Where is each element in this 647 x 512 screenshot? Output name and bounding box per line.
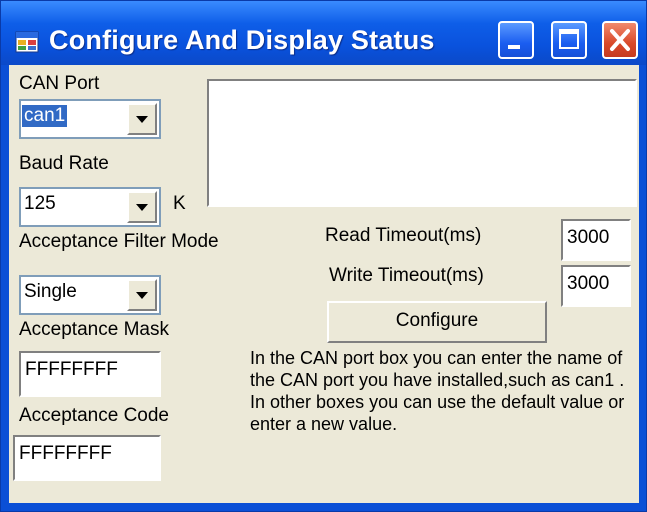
read-timeout-value[interactable]: 3000: [567, 227, 609, 249]
filter-mode-value[interactable]: Single: [24, 281, 77, 303]
write-timeout-input[interactable]: 3000: [561, 265, 631, 307]
help-text: In the CAN port box you can enter the na…: [250, 348, 625, 434]
write-timeout-label: Write Timeout(ms): [329, 265, 484, 286]
read-timeout-input[interactable]: 3000: [561, 219, 631, 261]
client-area: CAN Port can1 Baud Rate 125 K Acceptance…: [9, 65, 639, 503]
close-button[interactable]: [602, 21, 638, 59]
acceptance-mask-label: Acceptance Mask: [19, 319, 169, 340]
minimize-button[interactable]: [498, 21, 534, 59]
can-port-combo[interactable]: can1: [19, 99, 161, 139]
write-timeout-value[interactable]: 3000: [567, 273, 609, 295]
filter-mode-label: Acceptance Filter Mode: [19, 231, 219, 252]
minimize-icon: [508, 45, 520, 49]
can-port-label: CAN Port: [19, 73, 100, 94]
acceptance-mask-value[interactable]: FFFFFFFF: [25, 359, 118, 381]
close-icon: [610, 29, 630, 51]
can-port-value[interactable]: can1: [22, 105, 68, 127]
read-timeout-label: Read Timeout(ms): [325, 225, 482, 246]
configure-button[interactable]: Configure: [327, 301, 547, 343]
baud-rate-combo[interactable]: 125: [19, 187, 161, 227]
baud-rate-label: Baud Rate: [19, 153, 109, 174]
acceptance-code-input[interactable]: FFFFFFFF: [13, 435, 161, 481]
acceptance-code-label: Acceptance Code: [19, 405, 169, 426]
chevron-down-icon[interactable]: [127, 279, 157, 311]
maximize-button[interactable]: [551, 21, 587, 59]
acceptance-mask-input[interactable]: FFFFFFFF: [19, 351, 161, 397]
baud-rate-unit: K: [173, 193, 186, 214]
status-display-area[interactable]: [207, 79, 637, 207]
window-title: Configure And Display Status: [49, 25, 435, 55]
chevron-down-icon[interactable]: [127, 191, 157, 223]
maximize-icon: [559, 29, 579, 49]
app-window-icon: [15, 31, 39, 53]
app-window: Configure And Display Status CAN Port ca…: [0, 0, 647, 512]
title-bar[interactable]: Configure And Display Status: [1, 1, 646, 65]
baud-rate-value[interactable]: 125: [24, 193, 56, 215]
acceptance-code-value[interactable]: FFFFFFFF: [19, 443, 112, 465]
filter-mode-combo[interactable]: Single: [19, 275, 161, 315]
chevron-down-icon[interactable]: [127, 103, 157, 135]
